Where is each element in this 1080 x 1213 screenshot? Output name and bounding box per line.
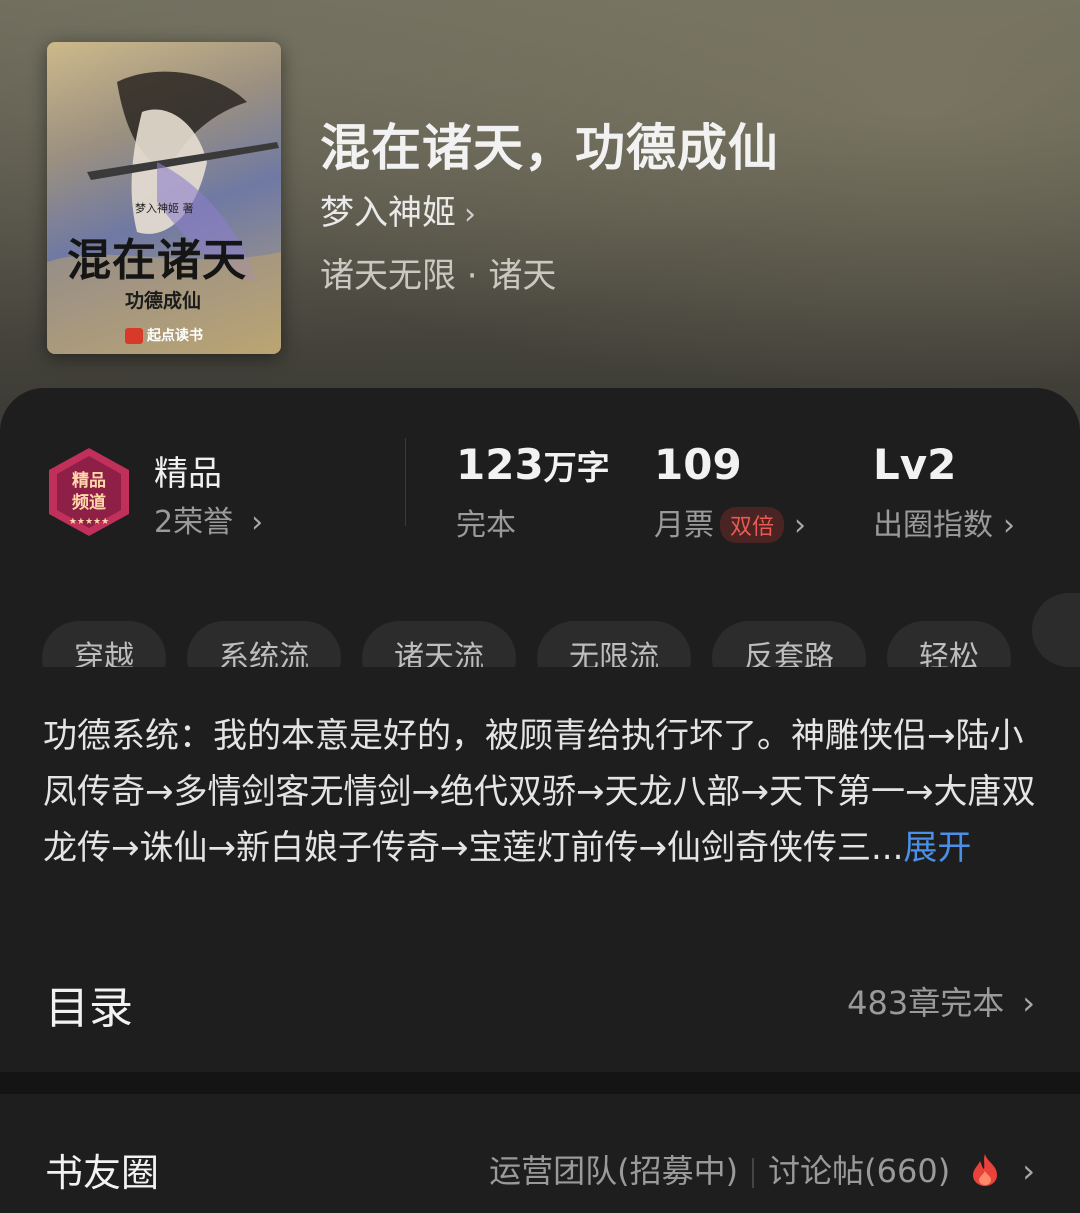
word-count: 123万字 bbox=[456, 440, 610, 489]
synopsis-text: 功德系统：我的本意是好的，被顾青给执行坏了。神雕侠侣→陆小凤传奇→多情剑客无情剑… bbox=[43, 716, 1036, 868]
monthly-votes-label: 月票 bbox=[654, 508, 714, 543]
svg-text:频道: 频道 bbox=[72, 492, 106, 513]
operations-team[interactable]: 运营团队(招募中) bbox=[489, 1152, 738, 1190]
author-link[interactable]: 梦入神姬 › bbox=[320, 185, 476, 234]
popularity-index-label: 出圈指数 bbox=[873, 508, 993, 543]
honors-link[interactable]: 2荣誉 › bbox=[154, 497, 263, 541]
publisher-logo-icon bbox=[125, 328, 143, 344]
cover-title: 混在诸天 bbox=[67, 235, 247, 286]
chevron-right-icon: › bbox=[1022, 1152, 1035, 1190]
discussion-posts[interactable]: 讨论帖(660) bbox=[768, 1152, 950, 1190]
tag-chip[interactable]: 穿越 bbox=[42, 621, 166, 667]
premium-channel-badge-icon[interactable]: 精品 频道 ★★★★★ bbox=[45, 446, 133, 538]
book-genre[interactable]: 诸天无限 · 诸天 bbox=[320, 248, 556, 297]
popularity-index-link[interactable]: 出圈指数 › bbox=[873, 500, 1015, 544]
monthly-votes-value: 109 bbox=[654, 440, 742, 489]
completion-status: 完本 bbox=[456, 508, 516, 543]
quality-title: 精品 bbox=[154, 454, 222, 494]
double-votes-badge: 双倍 bbox=[720, 506, 785, 543]
synopsis[interactable]: 功德系统：我的本意是好的，被顾青给执行坏了。神雕侠侣→陆小凤传奇→多情剑客无情剑… bbox=[43, 708, 1043, 876]
chevron-right-icon: › bbox=[464, 197, 476, 232]
tag-chip[interactable]: 诸天流 bbox=[362, 621, 516, 667]
svg-text:精品: 精品 bbox=[72, 470, 106, 491]
section-separator bbox=[0, 1072, 1080, 1094]
monthly-votes-link[interactable]: 月票 双倍 › bbox=[654, 500, 806, 545]
chevron-right-icon: › bbox=[251, 505, 264, 540]
book-cover[interactable]: 梦入神姬 著 混在诸天 功德成仙 起点读书 bbox=[47, 42, 281, 354]
tag-chip-partial[interactable] bbox=[1032, 593, 1080, 667]
author-name: 梦入神姬 bbox=[320, 193, 456, 233]
tag-chip[interactable]: 系统流 bbox=[187, 621, 341, 667]
tag-list: 穿越 系统流 诸天流 无限流 反套路 轻松 bbox=[42, 593, 1080, 667]
svg-text:★★★★★: ★★★★★ bbox=[69, 517, 109, 527]
expand-link[interactable]: 展开 bbox=[903, 828, 971, 868]
toc-title: 目录 bbox=[45, 983, 133, 1034]
fire-icon bbox=[973, 1154, 998, 1186]
reader-circle-link[interactable]: 运营团队(招募中) 讨论帖(660) › bbox=[489, 1146, 1035, 1192]
chevron-right-icon: › bbox=[1003, 508, 1015, 543]
chevron-right-icon: › bbox=[1022, 984, 1035, 1022]
honors-count: 2荣誉 bbox=[154, 505, 234, 540]
tag-chip[interactable]: 轻松 bbox=[887, 621, 1011, 667]
cover-publisher: 起点读书 bbox=[147, 328, 203, 344]
book-title: 混在诸天，功德成仙 bbox=[320, 118, 779, 177]
cover-publisher-logo: 起点读书 bbox=[125, 325, 203, 345]
cover-subtitle: 功德成仙 bbox=[125, 290, 202, 312]
divider bbox=[752, 1158, 755, 1188]
chapter-count: 483章完本 bbox=[847, 984, 1005, 1022]
toc-link[interactable]: 483章完本 › bbox=[847, 978, 1035, 1024]
word-count-value: 123 bbox=[456, 440, 544, 489]
cover-author: 梦入神姬 著 bbox=[135, 202, 194, 215]
tag-chip[interactable]: 反套路 bbox=[712, 621, 866, 667]
word-count-unit: 万字 bbox=[543, 448, 610, 487]
chevron-right-icon: › bbox=[794, 508, 807, 543]
tag-chip[interactable]: 无限流 bbox=[537, 621, 691, 667]
reader-circle-title: 书友圈 bbox=[45, 1151, 160, 1195]
stats-divider bbox=[405, 438, 406, 526]
popularity-level-value: Lv2 bbox=[873, 440, 957, 489]
